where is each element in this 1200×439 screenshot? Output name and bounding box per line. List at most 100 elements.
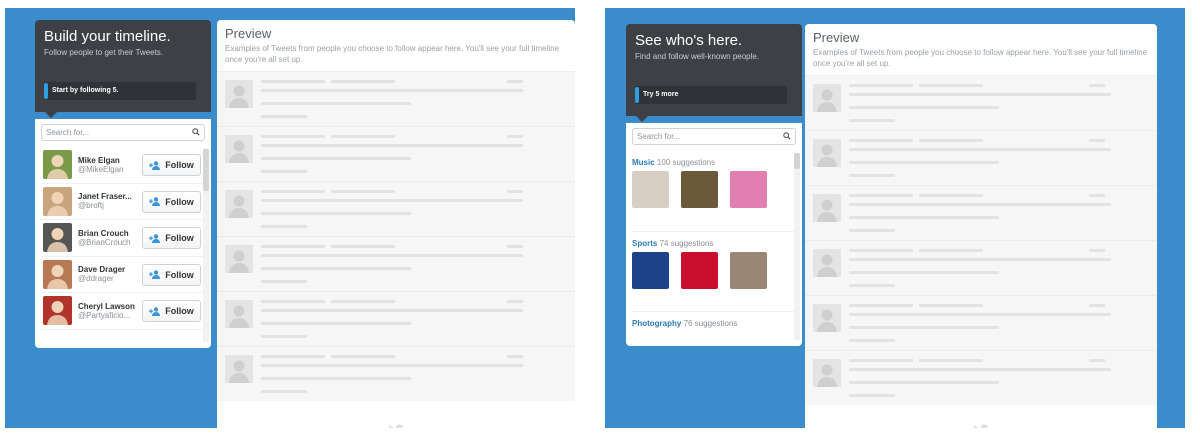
suggestion-category[interactable]: Sports 74 suggestions — [632, 231, 796, 311]
follow-button[interactable]: Follow — [142, 263, 201, 286]
placeholder-time-line — [1089, 304, 1105, 307]
placeholder-text-line — [849, 148, 1111, 151]
follow-button[interactable]: Follow — [142, 190, 201, 213]
add-user-icon — [149, 233, 161, 243]
suggestion-category[interactable]: Photography 76 suggestions — [632, 311, 796, 346]
default-avatar-icon — [813, 84, 841, 112]
avatar[interactable] — [43, 186, 72, 216]
scrollbar-thumb[interactable] — [203, 149, 209, 191]
category-thumbnail[interactable] — [632, 171, 669, 208]
placeholder-tweet — [805, 295, 1157, 350]
search-input[interactable]: Search for... — [632, 128, 796, 145]
placeholder-name-line — [849, 194, 913, 197]
category-thumbnail[interactable] — [632, 252, 669, 289]
placeholder-handle-line — [331, 80, 395, 83]
placeholder-text-line — [261, 364, 523, 367]
scrollbar-thumb[interactable] — [794, 153, 800, 169]
default-avatar-icon — [813, 249, 841, 277]
user-row[interactable]: Cheryl Lawson @Partyaficio... Follow — [41, 293, 205, 330]
placeholder-time-line — [1089, 359, 1105, 362]
preview-description: Examples of Tweets from people you choos… — [225, 44, 560, 64]
placeholder-text-line — [849, 326, 999, 329]
follow-button[interactable]: Follow — [142, 227, 201, 249]
twitter-bird-icon — [974, 424, 989, 428]
follow-label: Follow — [165, 269, 194, 280]
suggestion-category[interactable]: Music 100 suggestions — [632, 151, 796, 231]
user-name[interactable]: Mike Elgan — [78, 156, 136, 165]
follow-button[interactable]: Follow — [142, 154, 201, 176]
placeholder-tweet-list — [217, 71, 575, 401]
search-input[interactable]: Search for... — [41, 124, 205, 141]
user-name[interactable]: Cheryl Lawson — [78, 302, 136, 311]
category-thumbnail[interactable] — [730, 171, 767, 208]
category-thumbnail[interactable] — [730, 252, 767, 289]
user-row[interactable]: Brian Crouch @BrianCrouch Follow — [41, 220, 205, 257]
onboarding-header: See who's here. Find and follow well-kno… — [626, 24, 802, 122]
scrollbar[interactable] — [794, 153, 800, 340]
default-avatar-icon — [225, 300, 253, 328]
placeholder-text-line — [261, 335, 307, 338]
placeholder-text-line — [261, 89, 523, 92]
search-icon[interactable] — [192, 128, 200, 136]
user-list: Mike Elgan @MikeElgan Follow Janet Frase… — [41, 147, 205, 330]
category-count: 76 suggestions — [683, 319, 738, 328]
category-name[interactable]: Photography — [632, 319, 681, 328]
header-notch — [45, 112, 57, 118]
avatar[interactable] — [43, 150, 72, 180]
user-name[interactable]: Janet Fraser... — [78, 192, 136, 201]
placeholder-tweet — [217, 181, 575, 236]
avatar[interactable] — [43, 223, 72, 253]
placeholder-tweet — [217, 346, 575, 401]
placeholder-text-line — [849, 258, 1111, 261]
placeholder-handle-line — [919, 249, 983, 252]
user-info: Janet Fraser... @broftj — [78, 192, 136, 210]
placeholder-time-line — [1089, 249, 1105, 252]
step-label: Start by following 5. — [52, 87, 119, 94]
placeholder-name-line — [261, 300, 325, 303]
preview-title: Preview — [813, 30, 860, 45]
placeholder-time-line — [507, 80, 523, 83]
placeholder-handle-line — [331, 135, 395, 138]
preview-panel: Preview Examples of Tweets from people y… — [217, 20, 575, 428]
placeholder-time-line — [507, 245, 523, 248]
user-row[interactable]: Dave Drager @ddrager Follow — [41, 257, 205, 293]
category-name[interactable]: Music — [632, 158, 655, 167]
default-avatar-icon — [225, 135, 253, 163]
category-thumbnail[interactable] — [681, 171, 718, 208]
category-thumbnail[interactable] — [681, 252, 718, 289]
avatar[interactable] — [43, 296, 72, 326]
twitter-bird-icon — [389, 424, 404, 428]
placeholder-handle-line — [919, 194, 983, 197]
scrollbar[interactable] — [203, 149, 209, 342]
placeholder-time-line — [507, 135, 523, 138]
follow-label: Follow — [165, 233, 194, 243]
placeholder-text-line — [849, 93, 1111, 96]
placeholder-text-line — [261, 280, 307, 283]
search-icon[interactable] — [783, 132, 791, 140]
category-thumbnails — [632, 252, 796, 289]
user-row[interactable]: Janet Fraser... @broftj Follow — [41, 184, 205, 220]
placeholder-text-line — [849, 229, 895, 232]
placeholder-tweet — [805, 75, 1157, 130]
user-name[interactable]: Brian Crouch — [78, 229, 136, 238]
placeholder-text-line — [849, 394, 895, 397]
placeholder-text-line — [849, 174, 895, 177]
default-avatar-icon — [225, 245, 253, 273]
follow-button[interactable]: Follow — [142, 300, 201, 322]
placeholder-text-line — [849, 203, 1111, 206]
follow-label: Follow — [165, 160, 194, 170]
user-handle: @BrianCrouch — [78, 237, 131, 247]
placeholder-handle-line — [919, 304, 983, 307]
default-avatar-icon — [813, 139, 841, 167]
category-name[interactable]: Sports — [632, 239, 657, 248]
user-handle: @ddrager — [78, 274, 114, 284]
placeholder-time-line — [1089, 84, 1105, 87]
preview-title: Preview — [225, 26, 272, 41]
follow-label: Follow — [165, 196, 194, 207]
follow-label: Follow — [165, 306, 194, 316]
placeholder-handle-line — [331, 190, 395, 193]
avatar[interactable] — [43, 259, 72, 289]
user-name[interactable]: Dave Drager — [78, 265, 136, 274]
placeholder-text-line — [261, 225, 307, 228]
user-row[interactable]: Mike Elgan @MikeElgan Follow — [41, 147, 205, 184]
